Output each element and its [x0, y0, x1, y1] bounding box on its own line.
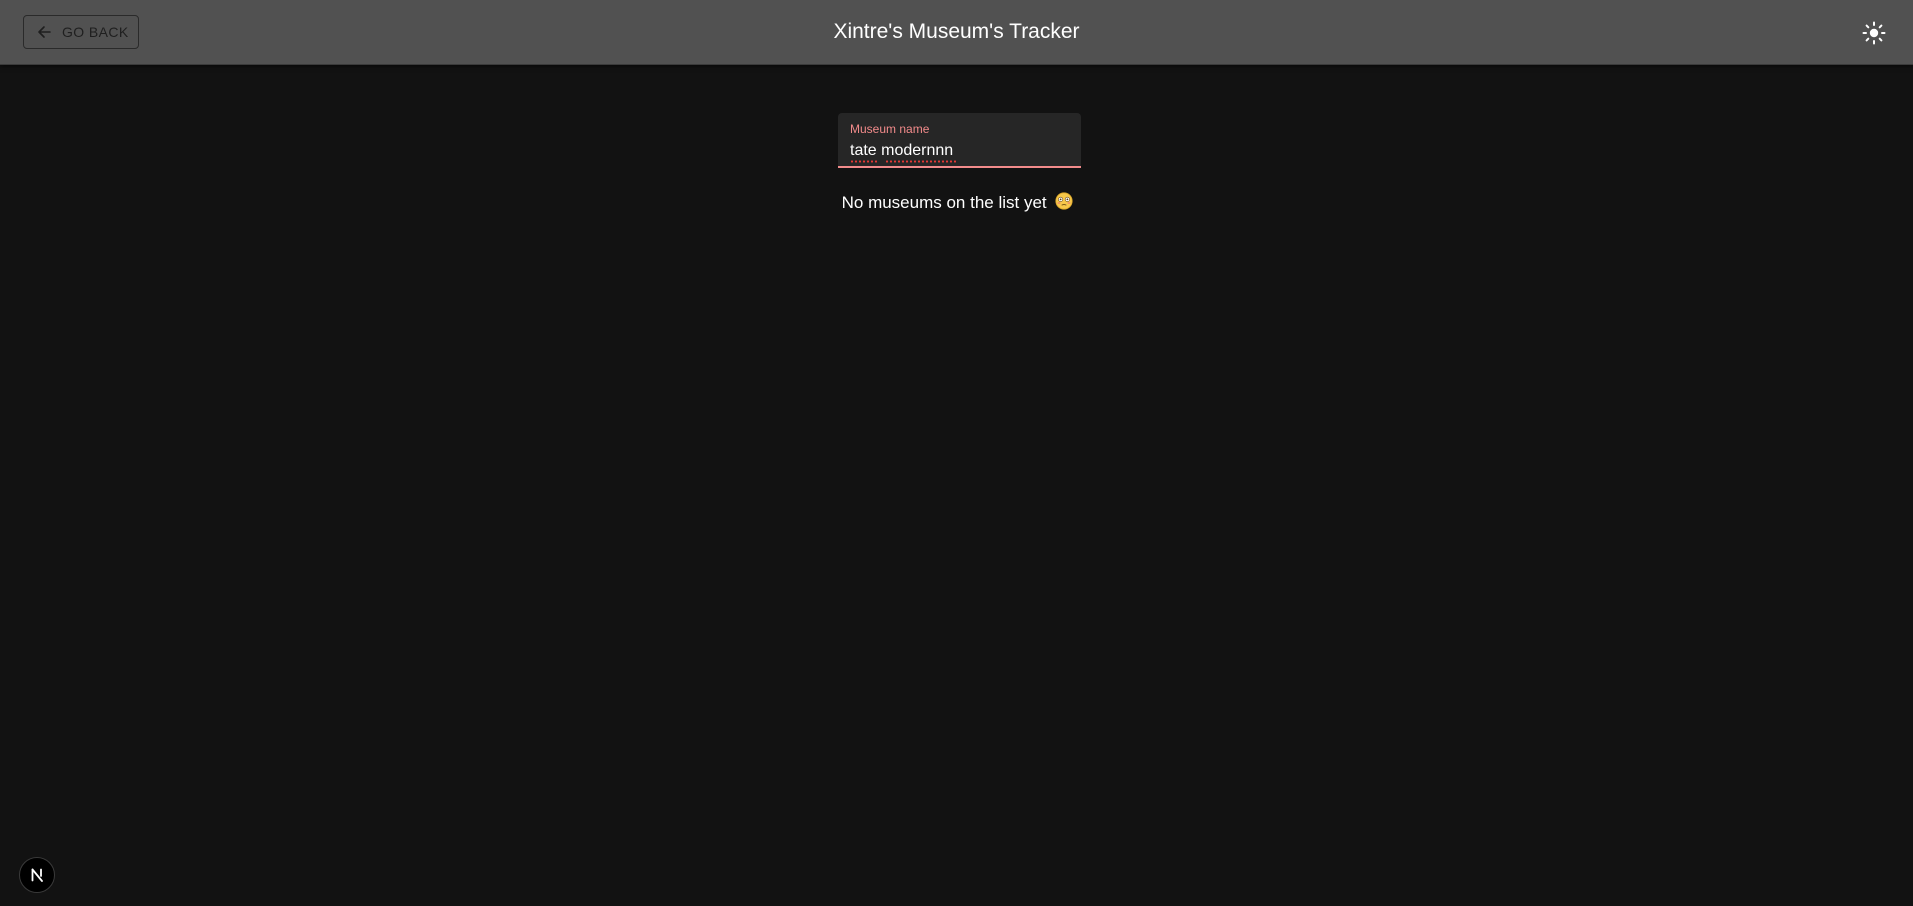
sun-icon: [1862, 21, 1886, 45]
flushed-face-emoji-icon: [1055, 192, 1073, 215]
go-back-label: GO BACK: [62, 24, 129, 40]
museum-name-input[interactable]: [850, 140, 1070, 162]
spellcheck-underline: [850, 160, 877, 163]
spellcheck-underline: [885, 160, 956, 163]
theme-toggle-button[interactable]: [1858, 17, 1890, 49]
empty-list-text: No museums on the list yet: [841, 193, 1047, 212]
app-bar: GO BACK Xintre's Museum's Tracker: [0, 0, 1913, 65]
nextjs-dev-badge[interactable]: [19, 857, 55, 893]
empty-list-message: No museums on the list yet: [0, 192, 1913, 215]
page-title: Xintre's Museum's Tracker: [833, 20, 1080, 43]
nextjs-icon: [31, 868, 43, 882]
museum-name-field[interactable]: Museum name: [838, 113, 1081, 168]
arrow-left-icon: [38, 26, 51, 38]
go-back-button[interactable]: GO BACK: [23, 15, 139, 49]
museum-name-label: Museum name: [850, 122, 930, 136]
